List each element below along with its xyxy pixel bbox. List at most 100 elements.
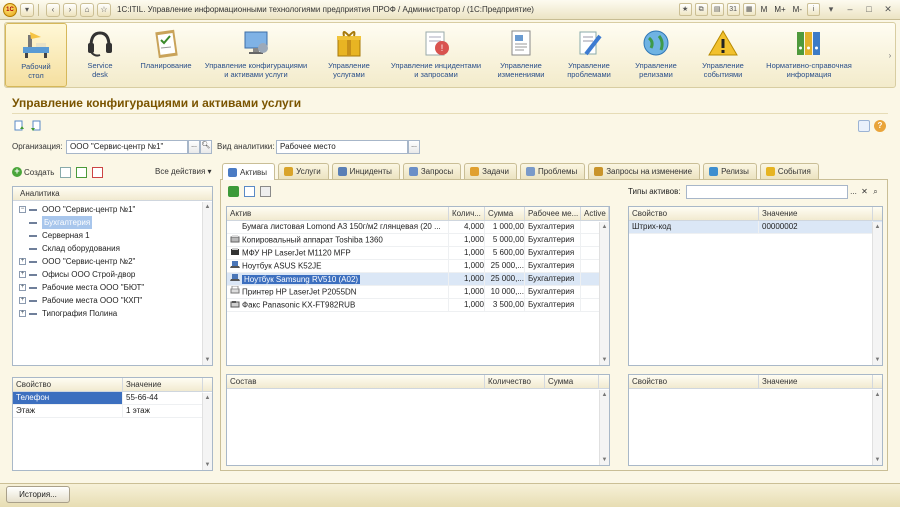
expand-icon[interactable]: + [19, 297, 26, 304]
all-actions-menu[interactable]: Все действия ▾ [155, 167, 212, 176]
tree-item[interactable]: − ООО "Сервис-центр №1" [13, 203, 212, 216]
types-select-button[interactable]: ... [848, 185, 859, 199]
links-icon[interactable]: ⧉ [694, 3, 708, 16]
asset-row[interactable]: МФУ HP LaserJet M1120 MFP 1,000 5 600,00 Бу… [227, 247, 609, 260]
section-incidents[interactable]: ! Управление инцидентами и запросами [385, 23, 487, 87]
minimize-icon[interactable]: – [842, 3, 858, 16]
view-select-button[interactable]: ... [408, 140, 420, 154]
tab-5[interactable]: Задачи [464, 163, 517, 179]
tree-item[interactable]: + Рабочие места ООО "БЮТ" [13, 281, 212, 294]
scroll-up-icon[interactable]: ▲ [873, 222, 882, 232]
favorites-icon[interactable]: ★ [678, 3, 692, 16]
tab-8[interactable]: Релизы [703, 163, 757, 179]
scroll-down-icon[interactable]: ▼ [600, 455, 609, 465]
info-icon[interactable]: i [807, 3, 820, 16]
scroll-down-icon[interactable]: ▼ [873, 355, 882, 365]
favorite-star-icon[interactable]: ☆ [97, 2, 111, 17]
org-open-button[interactable]: 🔍︎ [200, 140, 212, 154]
tab-3[interactable]: Инциденты [331, 163, 400, 179]
section-desktop[interactable]: Рабочий стол [5, 23, 67, 87]
forward-icon[interactable]: › [63, 2, 77, 17]
delete-icon[interactable] [92, 166, 104, 178]
tree-item[interactable]: Серверная 1 [13, 229, 212, 242]
asset-row[interactable]: Ноутбук ASUS K52JE 1,000 25 000,... Бухгалт… [227, 260, 609, 273]
tree-item[interactable]: + Офисы ООО Строй-двор [13, 268, 212, 281]
expand-icon[interactable]: + [19, 258, 26, 265]
menu-dropdown-icon[interactable]: ▾ [20, 2, 34, 17]
types-search-icon[interactable]: ⌕ [870, 185, 881, 199]
section-services[interactable]: Управление услугами [313, 23, 385, 87]
scroll-down-icon[interactable]: ▼ [203, 355, 212, 365]
tab-7[interactable]: Запросы на изменение [588, 163, 701, 179]
section-scroll-right-icon[interactable]: › [885, 23, 895, 87]
scroll-down-icon[interactable]: ▼ [873, 455, 882, 465]
asset-row[interactable]: Принтер HP LaserJet P2055DN 1,000 10 000,.… [227, 286, 609, 299]
section-events[interactable]: Управление событиями [689, 23, 757, 87]
asset-row[interactable]: Копировальный аппарат Toshiba 1360 1,000 5… [227, 234, 609, 247]
add-asset-icon[interactable] [228, 186, 239, 197]
calculator-icon[interactable]: ▦ [742, 3, 756, 16]
scrollbar[interactable]: ▲ ▼ [202, 393, 212, 470]
asset-row[interactable]: Бумага листовая Lomond A3 150г/м2 глянце… [227, 221, 609, 234]
scroll-down-icon[interactable]: ▼ [203, 460, 212, 470]
location-properties-table[interactable]: Свойство Значение Телефон 55-66-44 Этаж … [12, 377, 213, 471]
history-button[interactable]: История... [6, 486, 70, 503]
scrollbar[interactable]: ▲ ▼ [872, 390, 882, 465]
section-service-desk[interactable]: Service desk [67, 23, 133, 87]
memory-minus-button[interactable]: M- [791, 5, 804, 14]
scrollbar[interactable]: ▲ ▼ [599, 390, 609, 465]
asset-types-field[interactable] [686, 185, 848, 199]
section-reference[interactable]: Нормативно-справочная информация [757, 23, 861, 87]
composition-table[interactable]: Состав Количество Сумма ▲ ▼ [226, 374, 610, 466]
composition-properties-table[interactable]: Свойство Значение ▲ ▼ [628, 374, 883, 466]
calendar-icon[interactable]: 31 [726, 3, 740, 16]
scroll-up-icon[interactable]: ▲ [600, 390, 609, 400]
copy-icon[interactable] [60, 166, 72, 178]
filter-icon[interactable] [260, 186, 271, 197]
org-select-button[interactable]: ... [188, 140, 200, 154]
tab-9[interactable]: События [759, 163, 819, 179]
org-field[interactable]: ООО "Сервис-центр №1" [66, 140, 188, 154]
table-row[interactable]: Этаж 1 этаж [13, 405, 212, 418]
scrollbar[interactable]: ▲ ▼ [202, 202, 212, 365]
maximize-icon[interactable]: □ [861, 3, 877, 16]
assets-table[interactable]: Актив Колич... Сумма Рабочее ме... Activ… [226, 206, 610, 366]
scrollbar[interactable]: ▲ ▼ [872, 222, 882, 365]
tab-2[interactable]: Услуги [278, 163, 329, 179]
table-row[interactable]: Телефон 55-66-44 [13, 392, 212, 405]
section-planning[interactable]: Планирование [133, 23, 199, 87]
tab-4[interactable]: Запросы [402, 163, 462, 179]
refresh-list-icon[interactable] [244, 186, 255, 197]
scroll-down-icon[interactable]: ▼ [600, 355, 609, 365]
app-logo-icon[interactable]: 1С [3, 2, 17, 17]
tab-1[interactable]: Активы [222, 163, 276, 180]
asset-properties-table[interactable]: Свойство Значение Штрих-код 00000002 ▲ ▼ [628, 206, 883, 366]
form-settings-icon[interactable] [858, 120, 870, 132]
analytics-tree[interactable]: Аналитика − ООО "Сервис-центр №1" Бухгалте… [12, 186, 213, 366]
help-icon[interactable]: ? [874, 120, 886, 132]
view-field[interactable]: Рабочее место [276, 140, 408, 154]
scroll-up-icon[interactable]: ▲ [873, 390, 882, 400]
tree-item[interactable]: Склад оборудования [13, 242, 212, 255]
asset-row[interactable]: Ноутбук Samsung RV510 (A02) 1,000 25 000,.… [227, 273, 609, 286]
section-changes[interactable]: Управление изменениями [487, 23, 555, 87]
edit-icon[interactable] [76, 166, 88, 178]
tree-item[interactable]: Бухгалтерия [13, 216, 212, 229]
close-icon[interactable]: ✕ [880, 3, 896, 16]
tree-item[interactable]: + Рабочие места ООО "КХП" [13, 294, 212, 307]
section-config-management[interactable]: Управление конфигурациями и активами усл… [199, 23, 313, 87]
tab-6[interactable]: Проблемы [519, 163, 586, 179]
memory-plus-button[interactable]: M+ [772, 5, 787, 14]
scroll-up-icon[interactable]: ▲ [600, 222, 609, 232]
back-icon[interactable]: ‹ [46, 2, 60, 17]
print-icon[interactable]: ▤ [710, 3, 724, 16]
tree-item[interactable]: + Типография Полина [13, 307, 212, 320]
dropdown-icon[interactable]: ▾ [823, 3, 839, 16]
expand-icon[interactable]: + [19, 310, 26, 317]
types-clear-icon[interactable]: ✕ [859, 185, 870, 199]
table-row[interactable]: Штрих-код 00000002 [629, 221, 882, 234]
refresh-icon[interactable] [14, 120, 26, 132]
expand-icon[interactable]: + [19, 271, 26, 278]
section-problems[interactable]: Управление проблемами [555, 23, 623, 87]
post-icon[interactable] [30, 120, 42, 132]
